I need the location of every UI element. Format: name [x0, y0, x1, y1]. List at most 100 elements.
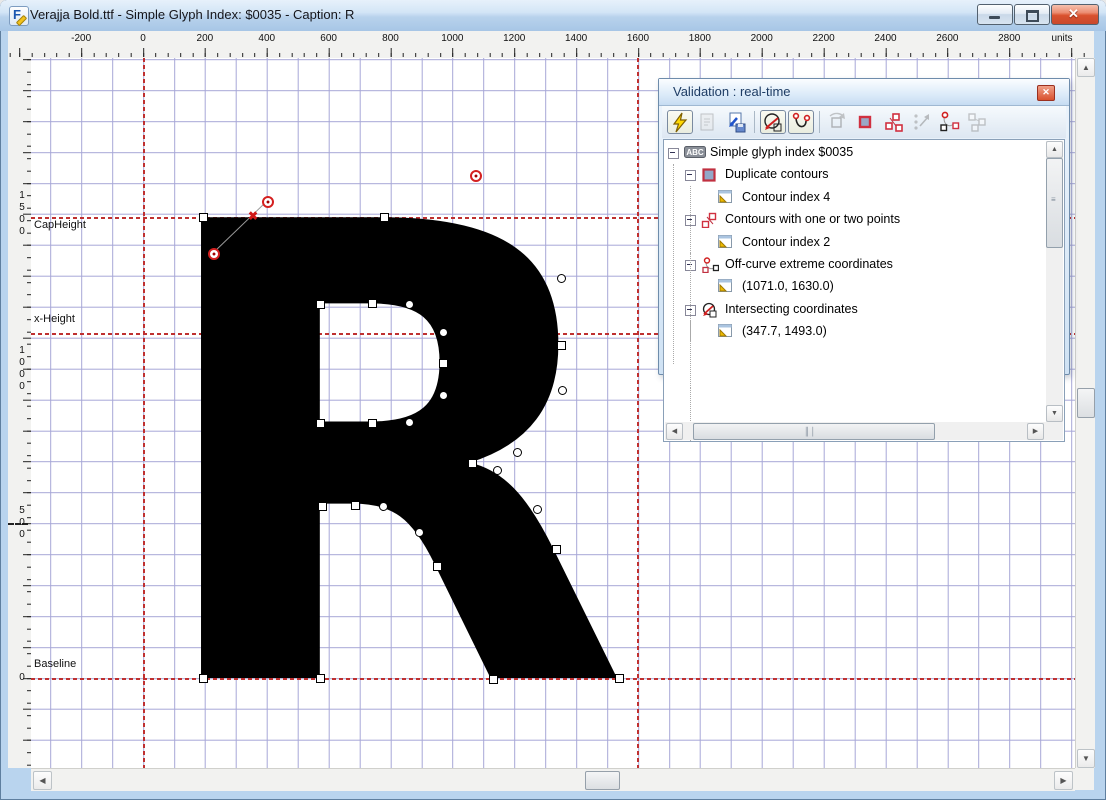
ruler-tick-label: 1800 — [689, 33, 711, 44]
scrollbar-corner — [1075, 768, 1094, 790]
tree-vertical-thumb[interactable]: ≡ — [1046, 158, 1063, 248]
ruler-tick-label: 600 — [320, 33, 337, 44]
toolbar-separator — [819, 111, 820, 133]
on-curve-point[interactable] — [199, 213, 208, 222]
hruler-major-ticks — [8, 48, 1094, 57]
scroll-up-button[interactable]: ▲ — [1077, 58, 1095, 77]
ruler-tick-label: 0 — [140, 33, 146, 44]
on-curve-point[interactable] — [433, 562, 442, 571]
close-icon: ✕ — [1068, 6, 1079, 22]
horizontal-scroll-thumb[interactable] — [585, 771, 620, 790]
off-curve-point[interactable] — [439, 391, 448, 400]
scroll-down-button[interactable]: ▼ — [1077, 749, 1095, 768]
dup-icon — [701, 167, 717, 183]
tree-expander[interactable] — [685, 170, 696, 181]
off-curve-point[interactable] — [405, 418, 414, 427]
flagged-red-point[interactable] — [470, 170, 482, 182]
on-curve-point[interactable] — [615, 674, 624, 683]
ruler-tick-label: 200 — [197, 33, 214, 44]
flagged-red-point[interactable] — [208, 248, 220, 260]
on-curve-point[interactable] — [368, 299, 377, 308]
on-curve-point[interactable] — [380, 213, 389, 222]
on-curve-point[interactable] — [552, 545, 561, 554]
on-curve-point[interactable] — [557, 341, 566, 350]
tree-item-label: Simple glyph index $0035 — [710, 145, 853, 159]
tree-expander[interactable] — [668, 148, 679, 159]
off-curve-point[interactable] — [405, 300, 414, 309]
tree-item-label: (347.7, 1493.0) — [742, 324, 827, 338]
minimize-button[interactable] — [977, 4, 1013, 25]
show-intersections-toggle[interactable] — [760, 110, 786, 134]
tree-item-label: Off-curve extreme coordinates — [725, 257, 893, 271]
tree-vertical-scrollbar[interactable]: ▲ ≡ ▼ — [1046, 141, 1063, 422]
ruler-tick-label: 1400 — [565, 33, 587, 44]
on-curve-point[interactable] — [316, 300, 325, 309]
off-curve-point[interactable] — [513, 448, 522, 457]
small-contours-filter[interactable] — [881, 110, 907, 134]
tree-horizontal-scrollbar[interactable]: ◀ ║│ ▶ — [665, 422, 1063, 440]
off-curve-point[interactable] — [533, 505, 542, 514]
tree-scroll-right-button[interactable]: ▶ — [1027, 423, 1044, 440]
on-curve-point[interactable] — [199, 674, 208, 683]
on-curve-point[interactable] — [468, 459, 477, 468]
export-button[interactable] — [723, 110, 749, 134]
maximize-button[interactable] — [1014, 4, 1050, 25]
ruler-tick-label: -200 — [71, 33, 91, 44]
on-curve-point[interactable] — [318, 502, 327, 511]
export-icon — [723, 110, 747, 134]
off-curve-point[interactable] — [558, 386, 567, 395]
ext-icon — [701, 257, 719, 273]
ruler-tick-label: 2400 — [874, 33, 896, 44]
validation-close-button[interactable]: ✕ — [1037, 85, 1055, 101]
tree-item-label: Contour index 4 — [742, 190, 830, 204]
horizontal-scrollbar[interactable]: ◀ ▶ — [31, 768, 1075, 791]
duplicate-contours-filter[interactable] — [853, 110, 879, 134]
circle-squares-icon — [937, 110, 961, 134]
on-curve-point[interactable] — [439, 359, 448, 368]
close-button[interactable]: ✕ — [1051, 4, 1099, 25]
scroll-right-button[interactable]: ▶ — [1054, 771, 1073, 790]
tree-item-label: Contours with one or two points — [725, 212, 900, 226]
validation-tree: ABCSimple glyph index $0035Duplicate con… — [663, 139, 1065, 442]
red-square-icon — [853, 110, 877, 134]
ruler-tick-label: 400 — [258, 33, 275, 44]
validate-button[interactable] — [667, 110, 693, 134]
extreme-coords-filter[interactable] — [937, 110, 963, 134]
flagged-red-point[interactable] — [262, 196, 274, 208]
off-curve-point[interactable] — [379, 502, 388, 511]
ruler-tick-label: 2800 — [998, 33, 1020, 44]
off-curve-point[interactable] — [493, 466, 502, 475]
vertical-scrollbar[interactable]: ▲ ▼ — [1075, 58, 1095, 768]
tree-horizontal-thumb[interactable]: ║│ — [693, 423, 935, 440]
on-curve-point[interactable] — [368, 419, 377, 428]
report-button — [695, 110, 721, 134]
points-arrow-icon — [909, 110, 933, 134]
transform-button — [825, 110, 851, 134]
validation-panel-header[interactable]: Validation : real-time ✕ — [659, 79, 1069, 106]
abc-icon: ABC — [684, 145, 706, 159]
intersect-icon — [761, 111, 785, 135]
ruler-tick-label: 800 — [382, 33, 399, 44]
off-curve-point[interactable] — [415, 528, 424, 537]
show-off-curve-toggle[interactable] — [788, 110, 814, 134]
on-curve-point[interactable] — [316, 419, 325, 428]
off-curve-point[interactable] — [439, 328, 448, 337]
scroll-left-button[interactable]: ◀ — [33, 771, 52, 790]
tree-scroll-left-button[interactable]: ◀ — [666, 423, 683, 440]
horizontal-ruler: -200020040060080010001200140016001800200… — [8, 31, 1094, 59]
on-curve-point[interactable] — [351, 501, 360, 510]
ruler-tick-label: 2200 — [812, 33, 834, 44]
int-icon — [701, 302, 719, 318]
tree-scroll-down-button[interactable]: ▼ — [1046, 405, 1063, 422]
tree-connector-line — [690, 320, 691, 386]
vertical-scroll-thumb[interactable] — [1077, 388, 1095, 418]
tree-scroll-up-button[interactable]: ▲ — [1046, 141, 1063, 158]
validation-panel-title: Validation : real-time — [673, 84, 791, 99]
off-curve-point[interactable] — [557, 274, 566, 283]
ruler-tick-label: 1600 — [627, 33, 649, 44]
intersection-marker[interactable]: ✖ — [248, 209, 258, 223]
thumb-grip: ║│ — [804, 427, 817, 436]
on-curve-point[interactable] — [316, 674, 325, 683]
on-curve-point[interactable] — [489, 675, 498, 684]
two-squares-icon — [881, 110, 905, 134]
